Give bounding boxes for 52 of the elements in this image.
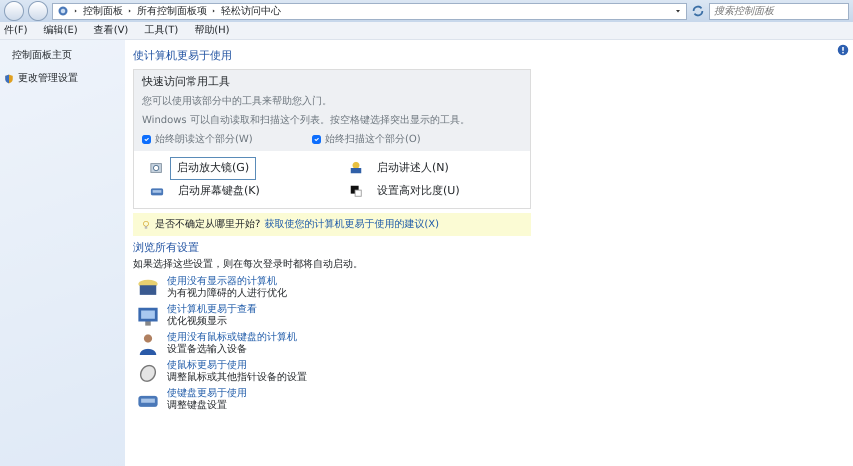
back-button[interactable] — [4, 1, 24, 21]
tip-text: 是否不确定从哪里开始? — [155, 218, 260, 232]
search-field[interactable]: 搜索控制面板 — [709, 2, 849, 20]
speaker-icon — [349, 161, 363, 176]
tip-link[interactable]: 获取使您的计算机更易于使用的建议(X) — [264, 217, 439, 232]
refresh-icon — [691, 4, 705, 18]
chevron-icon — [73, 7, 79, 15]
address-bar[interactable]: 控制面板 所有控制面板项 轻松访问中心 — [52, 2, 687, 20]
setting-description: 为有视力障碍的人进行优化 — [167, 288, 287, 300]
lightbulb-icon — [141, 220, 151, 230]
shield-icon — [4, 74, 14, 84]
panel-text: 您可以使用该部分中的工具来帮助您入门。 — [142, 94, 333, 109]
checkbox[interactable] — [142, 135, 151, 144]
tool-link[interactable]: 启动讲述人(N) — [371, 159, 455, 178]
menu-item[interactable]: 查看(V) — [94, 23, 128, 38]
section-title: 浏览所有设置 — [133, 240, 199, 256]
tool-link[interactable]: 启动屏幕键盘(K) — [172, 182, 266, 200]
chevron-icon — [211, 7, 217, 15]
breadcrumb-item[interactable]: 轻松访问中心 — [221, 4, 281, 18]
breadcrumb-item[interactable]: 控制面板 — [83, 4, 123, 18]
sidebar-link[interactable]: 更改管理设置 — [18, 71, 78, 86]
section-subtitle: 如果选择这些设置，则在每次登录时都将自动启动。 — [133, 258, 364, 272]
magnifier-icon — [150, 161, 164, 176]
checkbox-label: 始终朗读这个部分(W) — [155, 132, 253, 147]
setting-description: 设置备选输入设备 — [167, 344, 248, 356]
setting-link[interactable]: 使鼠标更易于使用 — [167, 360, 307, 372]
menu-item[interactable]: 编辑(E) — [44, 23, 78, 38]
setting-link[interactable]: 使键盘更易于使用 — [167, 388, 247, 400]
checkbox-label: 始终扫描这个部分(O) — [325, 132, 421, 147]
contrast-icon — [349, 184, 363, 198]
menu-item[interactable]: 工具(T) — [144, 23, 178, 38]
breadcrumb-item[interactable]: 所有控制面板项 — [137, 4, 207, 18]
setting-link[interactable]: 使用没有鼠标或键盘的计算机 — [167, 332, 297, 344]
person-icon — [137, 333, 159, 355]
setting-link[interactable]: 使用没有显示器的计算机 — [167, 276, 287, 288]
setting-link[interactable]: 使计算机更易于查看 — [167, 304, 257, 316]
panel-text: Windows 可以自动读取和扫描这个列表。按空格键选择突出显示的工具。 — [142, 114, 471, 128]
dropdown-icon — [674, 7, 682, 15]
section-title: 使计算机更易于使用 — [133, 48, 232, 64]
setting-description: 调整键盘设置 — [167, 400, 228, 412]
setting-description: 调整鼠标或其他指针设备的设置 — [167, 372, 307, 384]
control-panel-icon — [57, 5, 69, 17]
menu-item[interactable]: 帮助(H) — [194, 23, 230, 38]
chevron-icon — [127, 7, 133, 15]
setting-description: 优化视频显示 — [167, 316, 228, 328]
checkbox[interactable] — [312, 135, 321, 144]
panel-title: 快速访问常用工具 — [142, 74, 231, 90]
menu-item[interactable]: 件(F) — [4, 23, 28, 38]
tool-link[interactable]: 启动放大镜(G) — [172, 159, 254, 178]
sidebar-link[interactable]: 控制面板主页 — [12, 48, 72, 63]
forward-button[interactable] — [28, 1, 48, 21]
tool-link[interactable]: 设置高对比度(U) — [371, 182, 466, 200]
